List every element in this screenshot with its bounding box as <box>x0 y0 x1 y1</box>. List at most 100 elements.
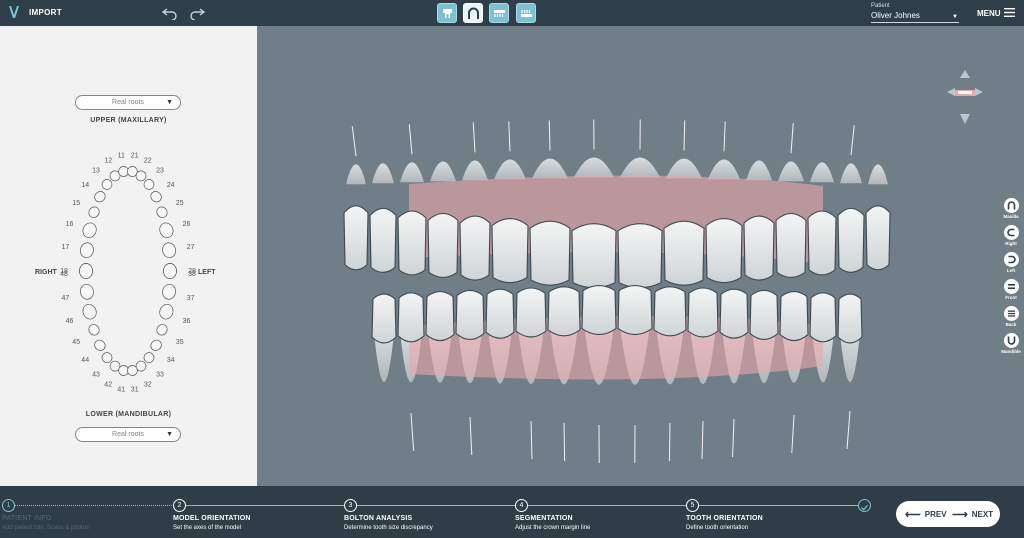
import-button[interactable]: IMPORT <box>29 8 62 17</box>
tooth-outline[interactable] <box>157 302 175 321</box>
tooth-number[interactable]: 36 <box>183 318 191 325</box>
tooth-number[interactable]: 33 <box>156 372 164 379</box>
tooth-number[interactable]: 47 <box>62 295 70 302</box>
dental-model[interactable] <box>257 26 1024 486</box>
lower-teeth-tool-button[interactable] <box>516 3 536 23</box>
step-1-circle[interactable]: 1 <box>2 499 15 512</box>
lower-crown[interactable] <box>687 287 719 338</box>
axis-pin[interactable] <box>723 121 726 152</box>
axis-pin[interactable] <box>790 123 794 154</box>
tooth-outline[interactable] <box>155 205 170 220</box>
upper-crown[interactable] <box>837 207 865 273</box>
axis-pin[interactable] <box>472 122 476 153</box>
axis-pin[interactable] <box>469 416 473 456</box>
tooth-number[interactable]: 11 <box>118 153 125 160</box>
tooth-number[interactable]: 41 <box>117 386 125 393</box>
tooth-number[interactable]: 16 <box>66 221 74 228</box>
tooth-number[interactable]: 27 <box>187 244 195 251</box>
tooth-number[interactable]: 23 <box>156 168 164 175</box>
tooth-tool-button[interactable] <box>437 3 457 23</box>
lower-crown[interactable] <box>779 291 809 342</box>
tooth-number[interactable]: 14 <box>81 182 89 189</box>
tooth-number[interactable]: 25 <box>176 200 184 207</box>
tooth-number[interactable]: 38 <box>188 271 196 278</box>
redo-icon[interactable] <box>189 6 205 20</box>
upper-crown[interactable] <box>397 210 427 276</box>
upper-crown[interactable] <box>491 218 529 284</box>
tooth-outline[interactable] <box>79 242 95 259</box>
upper-crown[interactable] <box>369 207 397 273</box>
tooth-outline[interactable] <box>87 205 102 220</box>
tooth-number[interactable]: 17 <box>62 244 70 251</box>
upper-crown[interactable] <box>427 212 459 279</box>
axis-pin[interactable] <box>683 120 686 151</box>
maxilla-view-button[interactable]: Maxilla <box>1002 198 1020 224</box>
tooth-number[interactable]: 13 <box>92 168 100 175</box>
left-view-button[interactable]: Left <box>1002 252 1020 278</box>
axis-pin[interactable] <box>351 126 357 157</box>
upper-crown[interactable] <box>617 223 663 289</box>
upper-crown[interactable] <box>807 210 837 276</box>
next-button[interactable]: ⟶ NEXT <box>952 501 993 527</box>
step-3-circle[interactable]: 3 <box>344 499 357 512</box>
tooth-number[interactable]: 34 <box>167 357 175 364</box>
lower-crown[interactable] <box>749 289 779 340</box>
upper-crown[interactable] <box>529 220 571 286</box>
upper-crown[interactable] <box>459 215 491 281</box>
tooth-outline[interactable] <box>161 242 177 259</box>
lower-roots-select[interactable]: Real roots ▼ <box>75 427 181 442</box>
lower-crown[interactable] <box>547 286 581 337</box>
lower-crown[interactable] <box>371 293 397 344</box>
tooth-outline[interactable] <box>161 283 177 300</box>
tooth-outline[interactable] <box>92 189 107 204</box>
lower-crown[interactable] <box>397 292 425 343</box>
tooth-number[interactable]: 15 <box>72 200 80 207</box>
mandible-view-button[interactable]: Mandible <box>1001 333 1021 359</box>
tooth-number[interactable]: 32 <box>144 381 152 388</box>
lower-crown[interactable] <box>653 286 687 337</box>
tooth-outline[interactable] <box>157 221 175 240</box>
lower-crown[interactable] <box>719 288 749 339</box>
tooth-number[interactable]: 21 <box>131 153 139 160</box>
step-2-title[interactable]: MODEL ORIENTATION <box>173 515 251 522</box>
lower-crown[interactable] <box>581 285 617 336</box>
back-view-button[interactable]: Back <box>1002 306 1020 332</box>
hamburger-icon[interactable] <box>1004 8 1015 17</box>
axis-pin[interactable] <box>701 420 704 460</box>
tooth-number[interactable]: 42 <box>104 381 112 388</box>
axis-pin[interactable] <box>846 410 851 450</box>
tooth-outline[interactable] <box>81 221 99 240</box>
front-view-button[interactable]: Front <box>1002 279 1020 305</box>
tooth-number[interactable]: 45 <box>72 339 80 346</box>
tooth-number[interactable]: 44 <box>81 357 89 364</box>
menu-button[interactable]: MENU <box>977 9 1001 18</box>
tooth-outline[interactable] <box>149 338 164 353</box>
axis-pin[interactable] <box>668 422 671 462</box>
tooth-number[interactable]: 24 <box>167 182 175 189</box>
lower-crown[interactable] <box>485 288 515 339</box>
upper-crown[interactable] <box>705 218 743 284</box>
axis-pin[interactable] <box>530 420 533 460</box>
upper-crown[interactable] <box>865 205 891 271</box>
axis-pin[interactable] <box>548 120 551 151</box>
step-3-title[interactable]: BOLTON ANALYSIS <box>344 515 412 522</box>
lower-crown[interactable] <box>809 292 837 343</box>
tooth-number[interactable]: 46 <box>66 318 74 325</box>
prev-button[interactable]: ⟵ PREV <box>905 501 947 527</box>
tooth-outline[interactable] <box>79 283 95 300</box>
upper-teeth-tool-button[interactable] <box>489 3 509 23</box>
finish-step[interactable] <box>858 499 871 512</box>
patient-select[interactable]: Oliver Johnes <box>871 11 959 23</box>
tooth-outline[interactable] <box>81 302 99 321</box>
upper-roots-select[interactable]: Real roots ▼ <box>75 95 181 110</box>
tooth-outline[interactable] <box>87 322 102 337</box>
tooth-number[interactable]: 26 <box>183 221 191 228</box>
undo-icon[interactable] <box>162 6 178 20</box>
tooth-number[interactable]: 12 <box>104 158 112 165</box>
lower-crown[interactable] <box>455 289 485 340</box>
upper-crown[interactable] <box>663 220 705 286</box>
orientation-cube-icon[interactable] <box>945 68 985 128</box>
upper-crown[interactable] <box>743 215 775 281</box>
step-5-title[interactable]: TOOTH ORIENTATION <box>686 515 763 522</box>
upper-crown[interactable] <box>775 212 807 279</box>
